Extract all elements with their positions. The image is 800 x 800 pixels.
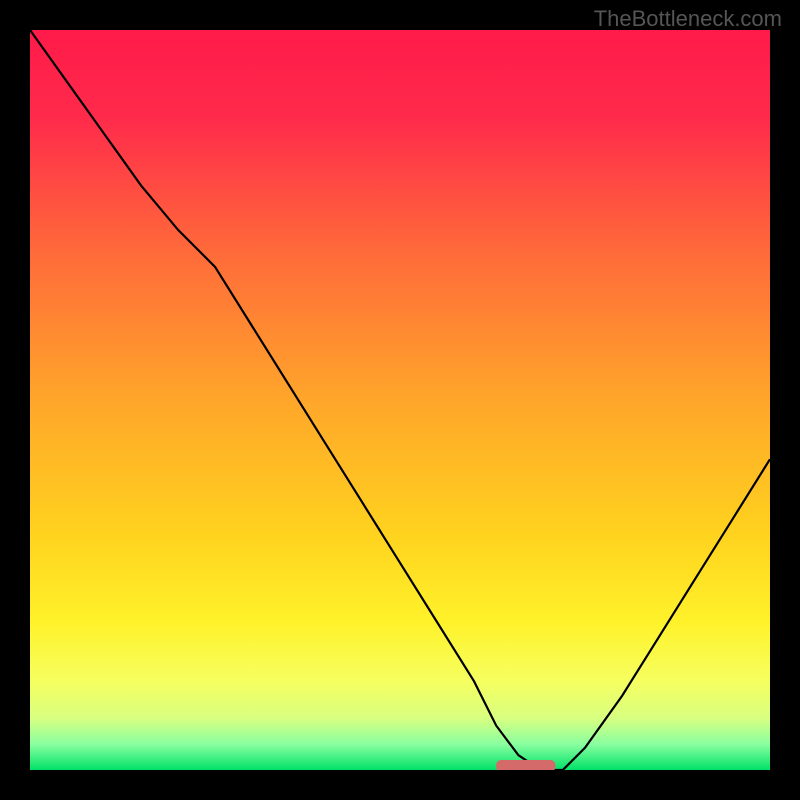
chart-svg [30, 30, 770, 770]
watermark-text: TheBottleneck.com [594, 6, 782, 32]
gradient-background [30, 30, 770, 770]
optimal-marker [496, 760, 555, 770]
bottleneck-chart [30, 30, 770, 770]
